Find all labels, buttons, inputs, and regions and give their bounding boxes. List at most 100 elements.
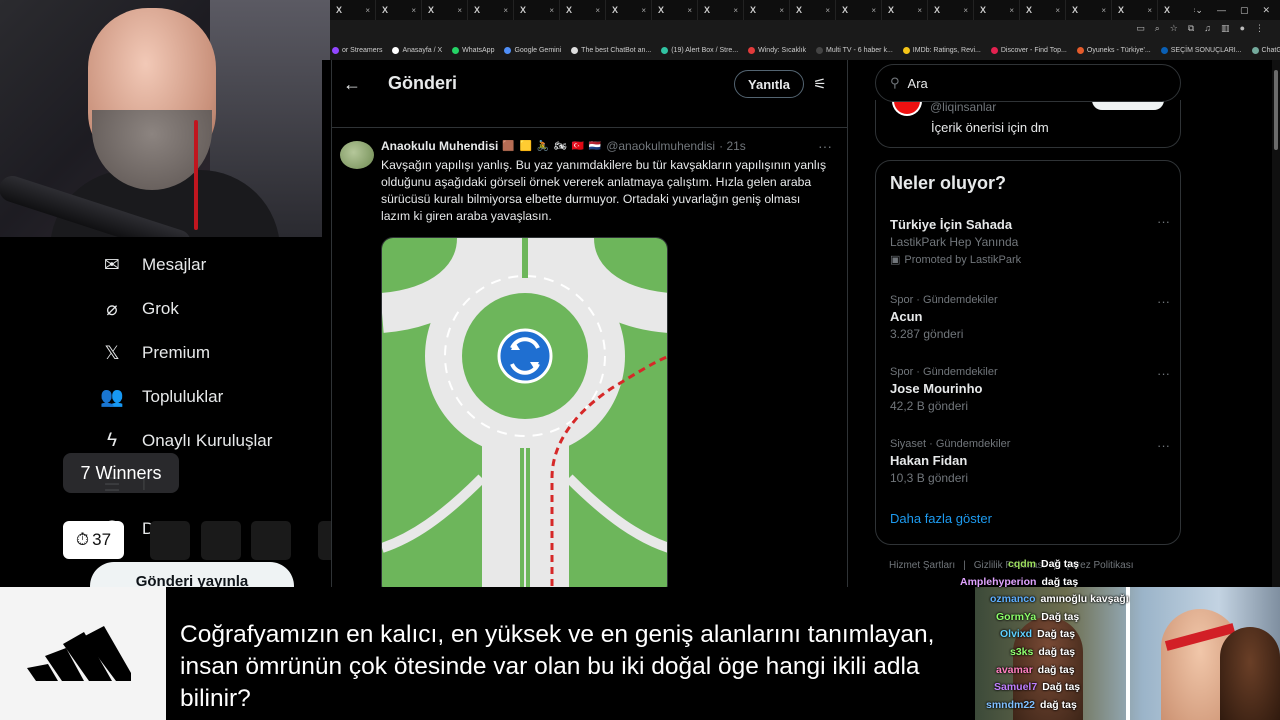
tab-close-icon[interactable]: × <box>411 6 416 15</box>
chat-username[interactable]: cqdm <box>1008 558 1036 570</box>
chat-username[interactable]: Amplehyperion <box>960 576 1036 588</box>
tab-close-icon[interactable]: × <box>733 6 738 15</box>
nav-premium[interactable]: 𝕏 Premium <box>100 341 210 365</box>
bookmark-item[interactable]: SEÇİM SONUÇLARI... <box>1160 46 1242 54</box>
tab-close-icon[interactable]: × <box>825 6 830 15</box>
show-more-link[interactable]: Daha fazla göster <box>890 511 992 526</box>
bookmark-item[interactable]: Multi TV - 6 haber k... <box>816 46 893 54</box>
tab-close-icon[interactable]: × <box>641 6 646 15</box>
author-handle[interactable]: @anaokulmuhendisi <box>606 139 715 153</box>
browser-tab[interactable]: X× <box>1066 0 1112 20</box>
minimize-icon[interactable]: — <box>1217 5 1226 15</box>
close-icon[interactable]: ✕ <box>1262 5 1270 16</box>
trend-item[interactable]: Türkiye İçin Sahada LastikPark Hep Yanınd… <box>890 214 1170 266</box>
browser-tab[interactable]: X× <box>790 0 836 20</box>
browser-tab[interactable]: X× <box>376 0 422 20</box>
trend-more-icon[interactable]: ··· <box>1157 438 1170 453</box>
chat-username[interactable]: ozmanco <box>990 593 1036 605</box>
menu-icon[interactable]: ⋮ <box>1255 23 1264 34</box>
browser-tab[interactable]: X× <box>606 0 652 20</box>
tab-close-icon[interactable]: × <box>963 6 968 15</box>
author-name[interactable]: Anaokulu Muhendisi <box>381 139 498 153</box>
tab-close-icon[interactable]: × <box>365 6 370 15</box>
bookmark-item[interactable]: The best ChatBot an... <box>571 46 651 54</box>
bookmark-item[interactable]: IMDb: Ratings, Revi... <box>902 46 981 54</box>
chat-username[interactable]: Olvixd <box>1000 628 1032 640</box>
browser-tab[interactable]: X× <box>514 0 560 20</box>
footer-link[interactable]: Hizmet Şartları <box>889 560 955 571</box>
profile-icon[interactable]: ● <box>1240 23 1245 34</box>
page-scrollbar-thumb[interactable] <box>1274 70 1278 150</box>
browser-tab[interactable]: X× <box>560 0 606 20</box>
browser-tab[interactable]: X× <box>882 0 928 20</box>
bookmark-item[interactable]: Google Gemini <box>504 46 561 54</box>
tab-close-icon[interactable]: × <box>1009 6 1014 15</box>
chat-username[interactable]: GormYa <box>996 611 1036 623</box>
tab-close-icon[interactable]: × <box>1101 6 1106 15</box>
tab-close-icon[interactable]: × <box>779 6 784 15</box>
chat-username[interactable]: avamar <box>996 664 1033 676</box>
media-icon[interactable]: ♫ <box>1204 23 1211 34</box>
browser-tab[interactable]: X× <box>330 0 376 20</box>
browser-tab[interactable]: X× <box>974 0 1020 20</box>
browser-tab[interactable]: X× <box>836 0 882 20</box>
search-input[interactable]: Ara <box>908 76 928 91</box>
browser-tab[interactable]: X× <box>468 0 514 20</box>
browser-tab[interactable]: X× <box>1112 0 1158 20</box>
nav-messages[interactable]: ✉ Mesajlar <box>100 253 206 277</box>
bookmark-item[interactable]: Discover - Find Top... <box>990 46 1067 54</box>
maximize-icon[interactable]: ▢ <box>1240 5 1249 16</box>
back-arrow-icon[interactable]: ← <box>340 72 364 96</box>
chevron-down-icon[interactable]: ⌄ <box>1195 5 1203 16</box>
nav-grok[interactable]: ⌀ Grok <box>100 297 179 321</box>
chat-username[interactable]: Samuel7 <box>994 681 1037 693</box>
tab-close-icon[interactable]: × <box>687 6 692 15</box>
nav-verified-orgs[interactable]: ϟ Onaylı Kuruluşlar <box>100 429 272 453</box>
author-avatar[interactable] <box>340 141 374 169</box>
browser-tab[interactable]: X× <box>652 0 698 20</box>
zoom-icon[interactable]: ⌕ <box>1155 23 1160 34</box>
cast-icon[interactable]: ▭ <box>1136 23 1145 34</box>
trend-more-icon[interactable]: ··· <box>1157 214 1170 229</box>
trend-more-icon[interactable]: ··· <box>1157 366 1170 381</box>
tab-close-icon[interactable]: × <box>1147 6 1152 15</box>
tab-close-icon[interactable]: × <box>457 6 462 15</box>
sliders-icon[interactable]: ⚟ <box>808 72 832 96</box>
tab-close-icon[interactable]: × <box>871 6 876 15</box>
trend-more-icon[interactable]: ··· <box>1157 294 1170 309</box>
sidebar-icon[interactable]: ▥ <box>1221 23 1230 34</box>
tab-close-icon[interactable]: × <box>917 6 922 15</box>
bookmark-item[interactable]: Windy: Sıcaklık <box>748 46 806 54</box>
chat-username[interactable]: s3ks <box>1010 646 1033 658</box>
trend-item[interactable]: Spor · Gündemdekiler Jose Mourinho 42,2 B … <box>890 366 1170 413</box>
bookmark-item[interactable]: Anasayfa / X <box>392 46 442 54</box>
browser-tab[interactable]: X× <box>744 0 790 20</box>
star-icon[interactable]: ☆ <box>1170 23 1178 34</box>
bookmark-item[interactable]: ChatGPT <box>1251 46 1280 54</box>
bookmark-item[interactable]: WhatsApp <box>452 46 494 54</box>
trend-item[interactable]: Spor · Gündemdekiler Acun 3.287 gönderi ··· <box>890 294 1170 341</box>
nav-communities[interactable]: 👥 Topluluklar <box>100 385 223 409</box>
tab-close-icon[interactable]: × <box>1055 6 1060 15</box>
bookmark-item[interactable]: or Streamers <box>332 46 382 54</box>
browser-tab[interactable]: X× <box>1020 0 1066 20</box>
browser-tab[interactable]: X× <box>928 0 974 20</box>
tweet-image-roundabout[interactable] <box>381 237 668 587</box>
reply-button[interactable]: Yanıtla <box>734 70 804 98</box>
address-bar[interactable]: ▭ ⌕ ☆ ⧉ ♫ ▥ ● ⋮ <box>330 20 1280 40</box>
browser-tab[interactable]: X× <box>698 0 744 20</box>
bookmark-item[interactable]: (19) Alert Box / Stre... <box>661 46 738 54</box>
more-options-icon[interactable]: ··· <box>818 138 832 154</box>
tab-close-icon[interactable]: × <box>503 6 508 15</box>
search-box[interactable]: ⚲ Ara <box>875 64 1181 102</box>
suggested-account-handle[interactable]: @liqinsanlar <box>930 100 996 114</box>
browser-tab[interactable]: X× <box>422 0 468 20</box>
tweet-time[interactable]: · 21s <box>719 139 746 153</box>
extensions-icon[interactable]: ⧉ <box>1188 23 1194 34</box>
tab-close-icon[interactable]: × <box>595 6 600 15</box>
chat-username[interactable]: smndm22 <box>986 699 1035 711</box>
bookmark-item[interactable]: Oyuneks - Türkiye'... <box>1076 46 1151 54</box>
nav-icon: 👥 <box>100 387 124 408</box>
trend-item[interactable]: Siyaset · Gündemdekiler Hakan Fidan 10,3 B… <box>890 438 1170 485</box>
tab-close-icon[interactable]: × <box>549 6 554 15</box>
